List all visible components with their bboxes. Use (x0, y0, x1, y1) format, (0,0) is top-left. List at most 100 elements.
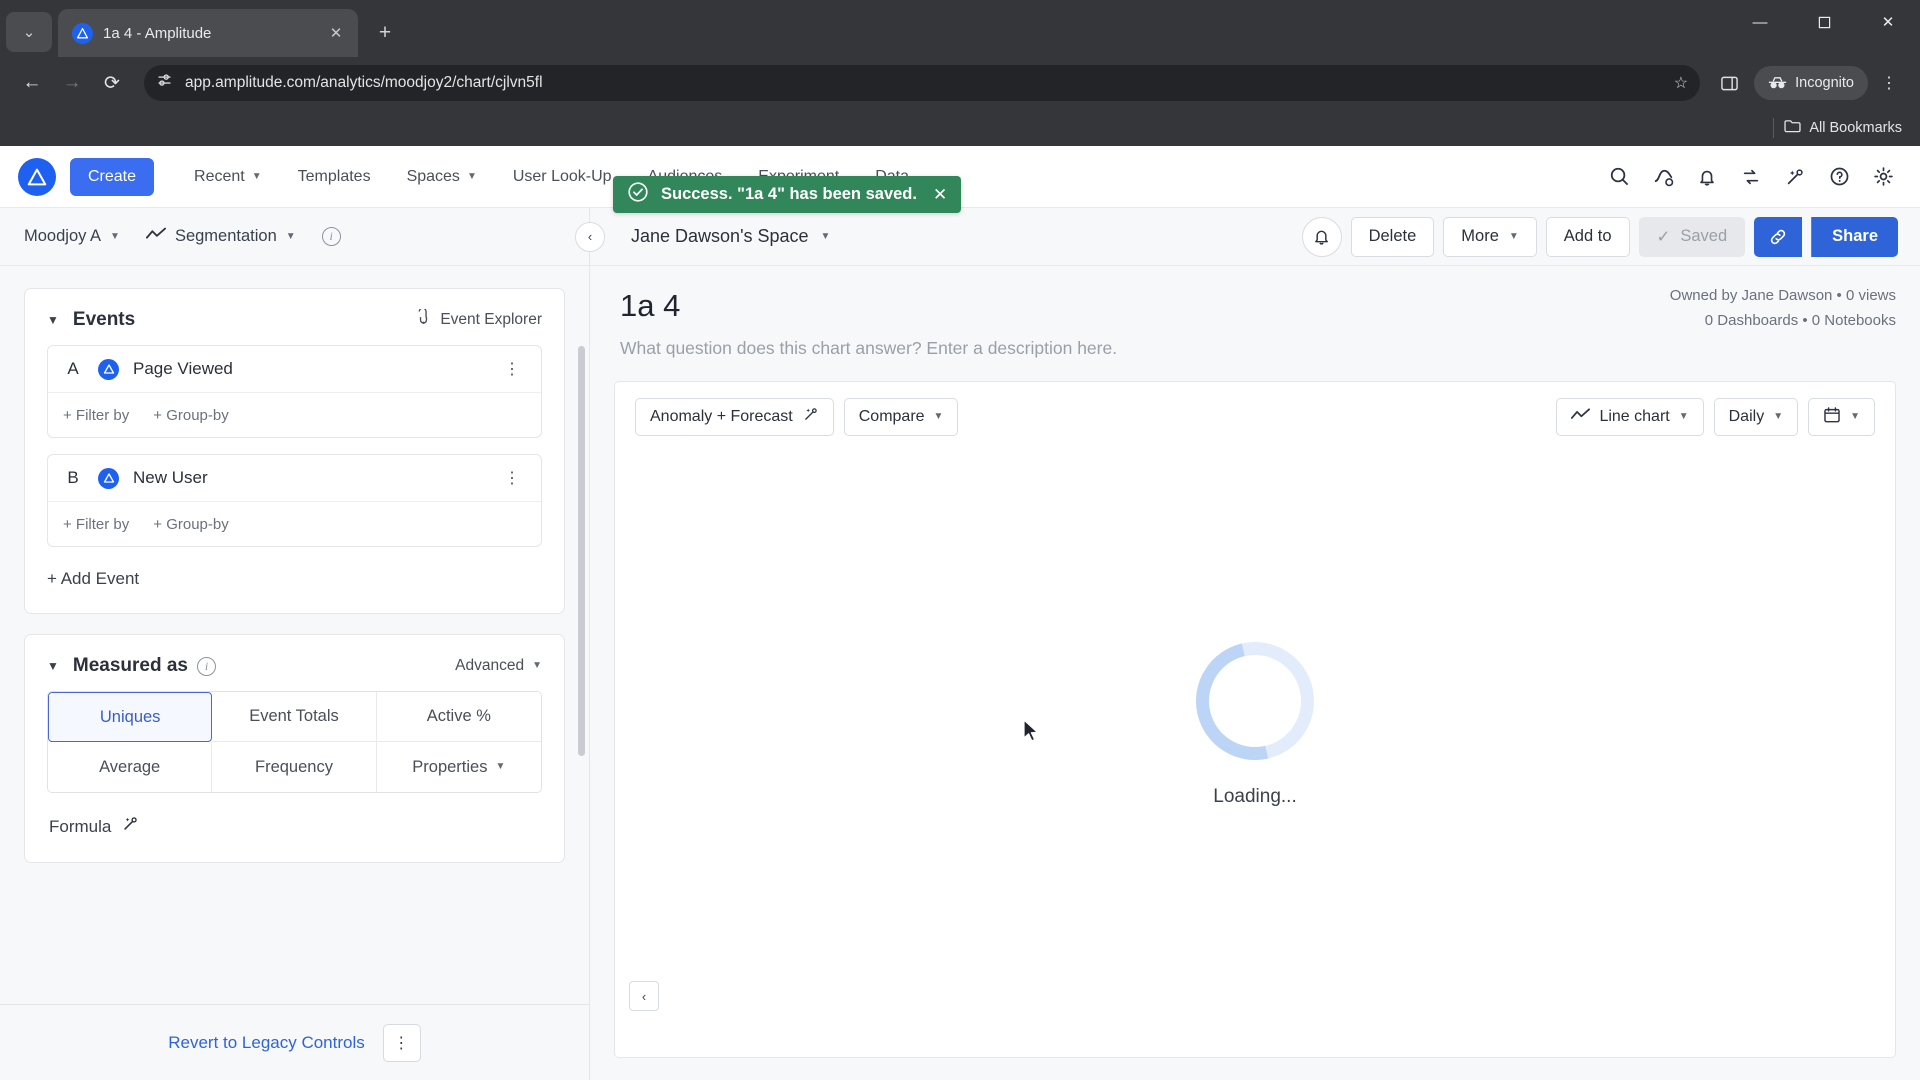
more-button[interactable]: More ▼ (1443, 216, 1537, 257)
events-card-header: ▼ Events Event Explorer (25, 289, 564, 345)
browser-tab[interactable]: 1a 4 - Amplitude ✕ (58, 9, 358, 57)
space-name: Jane Dawson's Space (631, 226, 809, 246)
event-row-b: B New User ⋮ + Filter by + Group-by (47, 454, 542, 547)
chart-description-input[interactable]: What question does this chart answer? En… (620, 338, 1890, 359)
gear-icon[interactable] (1864, 158, 1902, 196)
add-event-button[interactable]: + Add Event (25, 547, 564, 613)
side-panel-icon[interactable] (1712, 66, 1746, 100)
incognito-indicator[interactable]: Incognito (1754, 66, 1868, 100)
event-row-a: A Page Viewed ⋮ + Filter by + Group-by (47, 345, 542, 438)
formula-label: Formula (49, 816, 112, 836)
event-main[interactable]: B New User ⋮ (48, 455, 541, 502)
reload-icon[interactable]: ⟳ (94, 65, 130, 101)
chart-type-button[interactable]: Line chart ▼ (1556, 398, 1704, 436)
tab-active-percent[interactable]: Active % (376, 692, 541, 742)
browser-menu-icon[interactable]: ⋮ (1872, 66, 1906, 100)
event-filters: + Filter by + Group-by (48, 502, 541, 546)
browser-tab-strip: ⌄ 1a 4 - Amplitude ✕ + — ✕ (0, 0, 1920, 57)
filter-by-button[interactable]: + Filter by (63, 407, 129, 424)
share-button[interactable]: Share (1811, 216, 1898, 257)
chevron-down-icon: ▼ (285, 230, 296, 242)
nav-item-recent[interactable]: Recent ▼ (176, 157, 280, 197)
tab-frequency[interactable]: Frequency (212, 742, 377, 792)
close-window-icon[interactable]: ✕ (1856, 0, 1920, 44)
event-letter: A (67, 359, 79, 378)
minimize-icon[interactable]: — (1728, 0, 1792, 44)
chart-panel: Anomaly + Forecast Compare ▼ Line chart (614, 381, 1896, 1058)
close-icon[interactable]: ✕ (933, 185, 947, 205)
measured-as-title: Measured as (72, 655, 189, 676)
amplitude-icon (98, 358, 119, 380)
nav-label: Recent (194, 167, 245, 185)
compare-icon[interactable] (1732, 158, 1770, 196)
sidebar-more-icon[interactable]: ⋮ (382, 1023, 421, 1062)
create-button[interactable]: Create (70, 157, 155, 196)
copy-link-button[interactable] (1754, 216, 1803, 257)
space-selector[interactable]: Jane Dawson's Space ▼ (631, 226, 830, 247)
date-range-button[interactable]: ▼ (1808, 398, 1875, 436)
event-menu-icon[interactable]: ⋮ (498, 359, 527, 379)
bell-icon[interactable] (1688, 158, 1726, 196)
nav-item-spaces[interactable]: Spaces ▼ (389, 157, 495, 197)
group-by-button[interactable]: + Group-by (153, 407, 228, 424)
formula-button[interactable]: Formula (25, 793, 564, 862)
revert-legacy-link[interactable]: Revert to Legacy Controls (168, 1033, 365, 1053)
nav-item-templates[interactable]: Templates (280, 157, 389, 197)
filter-by-button[interactable]: + Filter by (63, 516, 129, 533)
new-tab-button[interactable]: + (368, 16, 402, 50)
toast-message: Success. "1a 4" has been saved. (661, 185, 917, 203)
event-main[interactable]: A Page Viewed ⋮ (48, 346, 541, 393)
all-bookmarks-button[interactable]: All Bookmarks (1784, 119, 1902, 137)
info-icon[interactable]: i (197, 656, 217, 676)
chart-type-selector[interactable]: Segmentation ▼ (145, 227, 296, 246)
tab-properties-label: Properties (412, 757, 488, 776)
sidebar-scrollbar[interactable] (578, 346, 585, 756)
amplitude-icon (98, 467, 119, 489)
info-icon[interactable]: i (321, 227, 341, 246)
tab-search-button[interactable]: ⌄ (6, 12, 52, 52)
chevron-down-icon: ▼ (1508, 230, 1519, 242)
group-by-button[interactable]: + Group-by (153, 516, 228, 533)
events-title: Events (72, 309, 136, 330)
calendar-icon (1823, 406, 1841, 429)
amplitude-logo[interactable] (18, 157, 56, 196)
interval-button[interactable]: Daily ▼ (1713, 398, 1799, 436)
event-menu-icon[interactable]: ⋮ (498, 468, 527, 488)
magic-wand-icon[interactable] (1776, 158, 1814, 196)
delete-button[interactable]: Delete (1350, 216, 1435, 257)
search-icon[interactable] (1600, 158, 1638, 196)
back-icon[interactable]: ← (14, 65, 50, 101)
chevron-down-icon[interactable]: ▼ (47, 313, 59, 327)
tab-event-totals[interactable]: Event Totals (212, 692, 377, 742)
address-bar[interactable]: app.amplitude.com/analytics/moodjoy2/cha… (144, 65, 1701, 101)
advanced-button[interactable]: Advanced ▼ (455, 657, 542, 675)
chart-collapse-button[interactable]: ‹ (629, 981, 659, 1011)
analytics-icon[interactable] (1644, 158, 1682, 196)
more-label: More (1461, 227, 1499, 245)
collapse-sidebar-button[interactable]: ‹ (575, 221, 605, 252)
anomaly-label: Anomaly + Forecast (650, 408, 793, 425)
event-explorer-button[interactable]: Event Explorer (415, 307, 542, 331)
tab-properties[interactable]: Properties ▼ (376, 742, 541, 792)
nav-item-user-look-up[interactable]: User Look-Up (495, 157, 630, 197)
maximize-icon[interactable] (1792, 0, 1856, 44)
tab-uniques[interactable]: Uniques (48, 692, 213, 742)
bookmark-star-icon[interactable]: ☆ (1674, 73, 1688, 93)
alert-bell-button[interactable] (1301, 216, 1342, 257)
anomaly-forecast-button[interactable]: Anomaly + Forecast (635, 398, 834, 436)
close-icon[interactable]: ✕ (324, 21, 348, 45)
chevron-down-icon[interactable]: ▼ (47, 659, 59, 673)
add-to-button[interactable]: Add to (1545, 216, 1630, 257)
chart-type-label: Line chart (1599, 408, 1670, 425)
site-settings-icon[interactable] (156, 72, 173, 94)
app-body: Moodjoy A ▼ Segmentation ▼ i ▼ Events Ev… (0, 208, 1920, 1080)
compare-button[interactable]: Compare ▼ (843, 398, 959, 436)
url-text[interactable]: app.amplitude.com/analytics/moodjoy2/cha… (185, 74, 1662, 92)
tab-average[interactable]: Average (48, 742, 213, 792)
chevron-down-icon: ▼ (1850, 411, 1860, 422)
help-icon[interactable] (1820, 158, 1858, 196)
forward-icon[interactable]: → (54, 65, 90, 101)
project-selector[interactable]: Moodjoy A ▼ (24, 227, 120, 246)
main-panel: ‹ Jane Dawson's Space ▼ Delete More ▼ Ad… (575, 208, 1920, 1080)
tab-title: 1a 4 - Amplitude (103, 24, 212, 42)
